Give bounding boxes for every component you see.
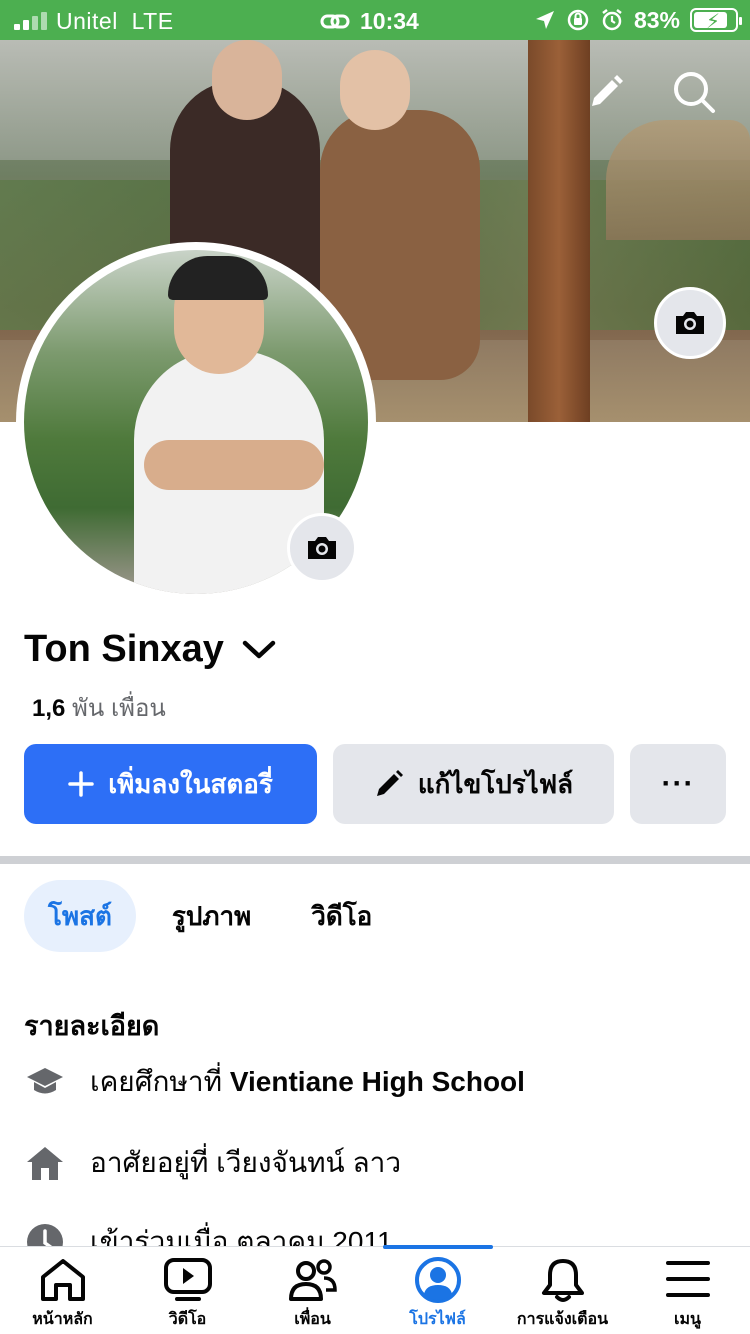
- camera-icon: [308, 537, 336, 559]
- profile-camera-button[interactable]: [287, 513, 357, 583]
- nav-home[interactable]: หน้าหลัก: [0, 1247, 125, 1334]
- detail-lives-in[interactable]: อาศัยอยู่ที่ เวียงจันทน์ ลาว: [24, 1141, 401, 1185]
- nav-video[interactable]: วิดีโอ: [125, 1247, 250, 1334]
- search-button[interactable]: [664, 62, 724, 122]
- search-icon: [674, 72, 715, 113]
- chevron-down-icon[interactable]: [242, 639, 276, 661]
- detail-education[interactable]: เคยศึกษาที่ Vientiane High School: [24, 1060, 525, 1104]
- battery-icon: ⚡: [690, 8, 742, 33]
- bell-icon: [541, 1259, 584, 1302]
- more-options-button[interactable]: ···: [630, 744, 726, 824]
- pencil-icon: [592, 75, 623, 106]
- rotation-lock-icon: [567, 9, 589, 31]
- nav-notifications[interactable]: การแจ้งเตือน: [500, 1247, 625, 1334]
- menu-icon: [665, 1261, 710, 1297]
- active-tab-indicator: [383, 1245, 493, 1249]
- signal-icon: [14, 12, 48, 30]
- carrier-label: Unitel LTE: [56, 8, 174, 34]
- details-title: รายละเอียด: [24, 1011, 160, 1041]
- alarm-icon: [602, 9, 622, 31]
- nav-friends[interactable]: เพื่อน: [250, 1247, 375, 1334]
- nav-profile[interactable]: โปรไฟล์: [375, 1245, 500, 1334]
- home-icon: [40, 1259, 85, 1301]
- tab-posts[interactable]: โพสต์: [24, 880, 136, 952]
- friends-count[interactable]: 1,6 พัน เพื่อน: [32, 688, 166, 727]
- camera-icon: [676, 312, 704, 334]
- more-icon: ···: [661, 767, 695, 800]
- plus-icon: [68, 771, 94, 797]
- add-to-story-button[interactable]: เพิ่มลงในสตอรี่: [24, 744, 317, 824]
- video-icon: [163, 1258, 212, 1301]
- tab-photos[interactable]: รูปภาพ: [148, 880, 275, 952]
- profile-tabs: โพสต์ รูปภาพ วิดีโอ: [24, 880, 396, 952]
- edit-profile-button[interactable]: แก้ไขโปรไฟล์: [333, 744, 614, 824]
- battery-percent: 83%: [633, 6, 680, 33]
- profile-name-row[interactable]: Ton Sinxay: [24, 628, 276, 671]
- location-icon: [535, 11, 554, 29]
- cover-camera-button[interactable]: [654, 287, 726, 359]
- friends-icon: [288, 1259, 337, 1301]
- nav-menu[interactable]: เมนู: [625, 1247, 750, 1334]
- graduation-cap-icon: [24, 1061, 66, 1103]
- clock-time: 10:34: [360, 8, 419, 34]
- link-icon: [320, 14, 350, 28]
- profile-icon: [414, 1257, 461, 1303]
- edit-pencil-button[interactable]: [576, 62, 636, 122]
- status-bar: Unitel LTE 10:34 83% ⚡: [0, 0, 750, 40]
- tab-videos[interactable]: วิดีโอ: [287, 880, 396, 952]
- home-icon: [24, 1142, 66, 1184]
- pencil-icon: [376, 770, 403, 796]
- section-divider: [0, 856, 750, 864]
- bottom-navigation: หน้าหลัก วิดีโอ เพื่อน โปรไฟล์ การแจ้งเต…: [0, 1245, 750, 1334]
- profile-name: Ton Sinxay: [24, 628, 224, 670]
